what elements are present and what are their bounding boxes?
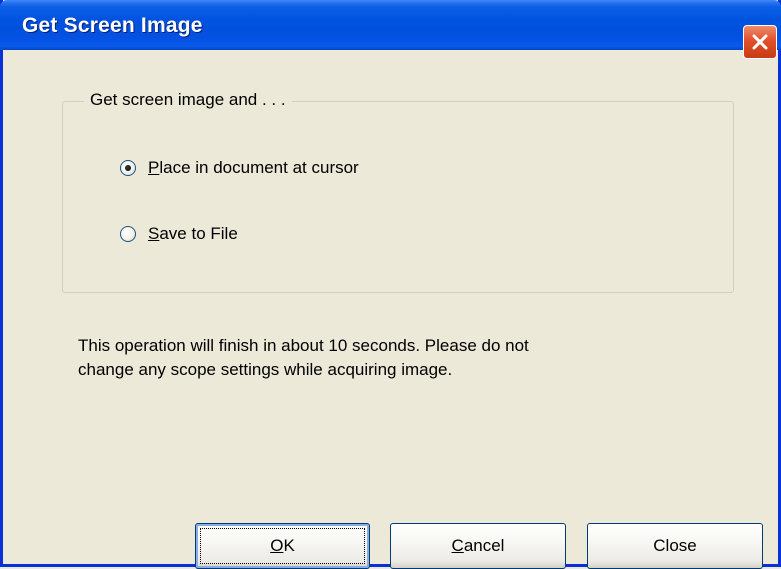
ok-button[interactable]: OK xyxy=(195,523,370,569)
close-window-button[interactable] xyxy=(743,25,777,59)
cancel-button-label: Cancel xyxy=(451,536,505,555)
radio-save-to-file[interactable]: Save to File xyxy=(120,224,238,244)
info-message-line-2: change any scope settings while acquirin… xyxy=(78,360,453,379)
focus-rectangle xyxy=(200,528,365,564)
close-x-icon xyxy=(750,32,770,52)
info-message-line-1: This operation will finish in about 10 s… xyxy=(78,336,529,355)
title-bar[interactable]: Get Screen Image xyxy=(0,0,781,50)
radio-place-in-document[interactable]: Place in document at cursor xyxy=(120,158,359,178)
options-groupbox xyxy=(62,101,734,293)
cancel-button[interactable]: Cancel xyxy=(390,523,566,569)
info-message: This operation will finish in about 10 s… xyxy=(78,334,718,382)
window-title: Get Screen Image xyxy=(22,14,203,37)
radio-label-place-in-document: Place in document at cursor xyxy=(148,158,359,177)
close-button-label: Close xyxy=(653,536,697,555)
radio-label-save-to-file: Save to File xyxy=(148,224,238,243)
radio-button-unselected[interactable] xyxy=(120,226,136,242)
radio-button-selected[interactable] xyxy=(120,160,136,176)
groupbox-legend: Get screen image and . . . xyxy=(84,90,292,110)
close-button[interactable]: Close xyxy=(587,523,763,569)
